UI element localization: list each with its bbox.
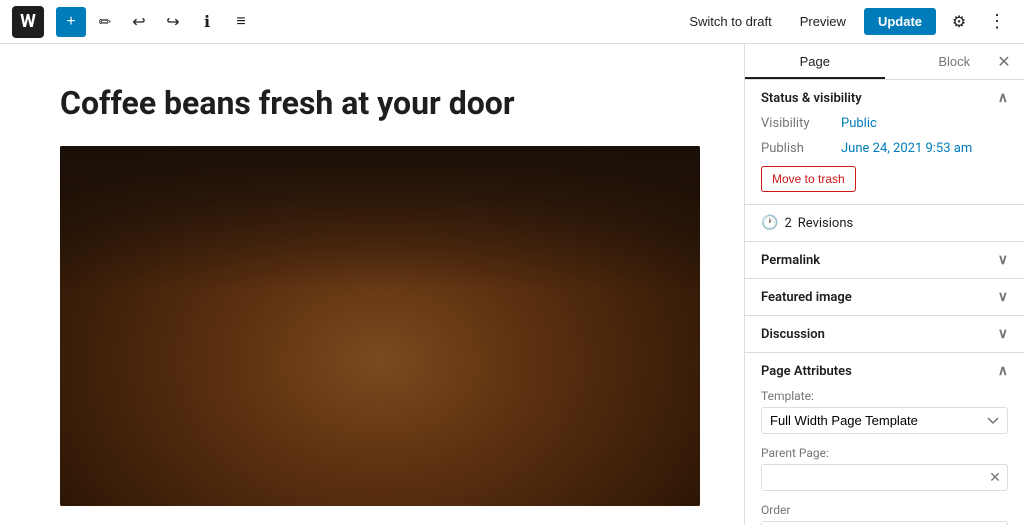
template-label: Template:: [761, 389, 1008, 403]
sidebar-close-button[interactable]: ✕: [992, 50, 1016, 74]
publish-value[interactable]: June 24, 2021 9:53 am: [841, 141, 972, 156]
permalink-title: Permalink: [761, 253, 820, 268]
list-icon: ≡: [236, 13, 245, 31]
visibility-value[interactable]: Public: [841, 116, 877, 131]
undo-icon: ↩: [132, 12, 145, 32]
order-input[interactable]: [761, 521, 1008, 525]
discussion-section: Discussion ∨: [745, 316, 1024, 353]
list-view-button[interactable]: ≡: [226, 7, 256, 37]
undo-button[interactable]: ↩: [124, 7, 154, 37]
page-attributes-title: Page Attributes: [761, 364, 852, 379]
tab-page[interactable]: Page: [745, 44, 885, 79]
discussion-header[interactable]: Discussion ∨: [745, 316, 1024, 352]
page-attributes-body: Template: Default Template Full Width Pa…: [745, 389, 1024, 525]
plus-icon: +: [66, 13, 75, 31]
pencil-icon: ✏: [99, 13, 112, 31]
revisions-row[interactable]: 🕐 2 Revisions: [745, 205, 1024, 241]
page-attributes-section: Page Attributes ∧ Template: Default Temp…: [745, 353, 1024, 525]
chevron-down-icon: ∨: [998, 289, 1008, 305]
status-visibility-section: Status & visibility ∧ Visibility Public …: [745, 80, 1024, 205]
revisions-count: 2: [784, 216, 791, 231]
add-block-button[interactable]: +: [56, 7, 86, 37]
ellipsis-icon: ⋮: [988, 11, 1006, 32]
parent-page-input-wrap: ✕: [761, 464, 1008, 491]
template-select[interactable]: Default Template Full Width Page Templat…: [761, 407, 1008, 434]
settings-button[interactable]: ⚙: [944, 7, 974, 37]
permalink-header[interactable]: Permalink ∨: [745, 242, 1024, 278]
status-visibility-title: Status & visibility: [761, 91, 862, 106]
parent-page-label: Parent Page:: [761, 446, 1008, 460]
clear-parent-page-button[interactable]: ✕: [983, 466, 1007, 490]
chevron-up-icon: ∧: [998, 363, 1008, 379]
parent-page-input[interactable]: [762, 465, 983, 490]
discussion-title: Discussion: [761, 327, 825, 342]
chevron-up-icon: ∧: [998, 90, 1008, 106]
sidebar-tabs: Page Block ✕: [745, 44, 1024, 80]
more-options-button[interactable]: ⋮: [982, 7, 1012, 37]
chevron-down-icon: ∨: [998, 326, 1008, 342]
update-button[interactable]: Update: [864, 8, 936, 35]
switch-to-draft-button[interactable]: Switch to draft: [679, 8, 781, 35]
close-icon: ✕: [997, 52, 1010, 72]
publish-label: Publish: [761, 141, 841, 156]
visibility-row: Visibility Public: [761, 116, 1008, 131]
featured-image-header[interactable]: Featured image ∨: [745, 279, 1024, 315]
order-label: Order: [761, 503, 1008, 517]
page-attributes-header[interactable]: Page Attributes ∧: [745, 353, 1024, 389]
revisions-label: Revisions: [798, 216, 853, 231]
revisions-icon: 🕐: [761, 215, 778, 231]
featured-image-block[interactable]: [60, 146, 700, 506]
toolbar-right: Switch to draft Preview Update ⚙ ⋮: [679, 7, 1012, 37]
toolbar: W + ✏ ↩ ↪ ℹ ≡ Switch to draft Preview Up…: [0, 0, 1024, 44]
wordpress-logo: W: [12, 6, 44, 38]
chevron-down-icon: ∨: [998, 252, 1008, 268]
info-icon: ℹ: [204, 12, 210, 32]
featured-image-title: Featured image: [761, 290, 852, 305]
main-area: Coffee beans fresh at your door Page Blo…: [0, 44, 1024, 525]
clear-icon: ✕: [989, 469, 1001, 486]
redo-icon: ↪: [166, 12, 179, 32]
post-title[interactable]: Coffee beans fresh at your door: [60, 84, 684, 122]
move-to-trash-button[interactable]: Move to trash: [761, 166, 856, 192]
editor: Coffee beans fresh at your door: [0, 44, 744, 525]
status-visibility-body: Visibility Public Publish June 24, 2021 …: [745, 116, 1024, 204]
sidebar: Page Block ✕ Status & visibility ∧ Visib…: [744, 44, 1024, 525]
status-visibility-header[interactable]: Status & visibility ∧: [745, 80, 1024, 116]
permalink-section: Permalink ∨: [745, 242, 1024, 279]
details-button[interactable]: ℹ: [192, 7, 222, 37]
toolbar-left: W + ✏ ↩ ↪ ℹ ≡: [12, 6, 679, 38]
featured-image-section: Featured image ∨: [745, 279, 1024, 316]
tools-button[interactable]: ✏: [90, 7, 120, 37]
sidebar-content: Status & visibility ∧ Visibility Public …: [745, 80, 1024, 525]
gear-icon: ⚙: [952, 12, 966, 32]
visibility-label: Visibility: [761, 116, 841, 131]
publish-row: Publish June 24, 2021 9:53 am: [761, 141, 1008, 156]
revisions-section: 🕐 2 Revisions: [745, 205, 1024, 242]
preview-button[interactable]: Preview: [790, 8, 856, 35]
redo-button[interactable]: ↪: [158, 7, 188, 37]
